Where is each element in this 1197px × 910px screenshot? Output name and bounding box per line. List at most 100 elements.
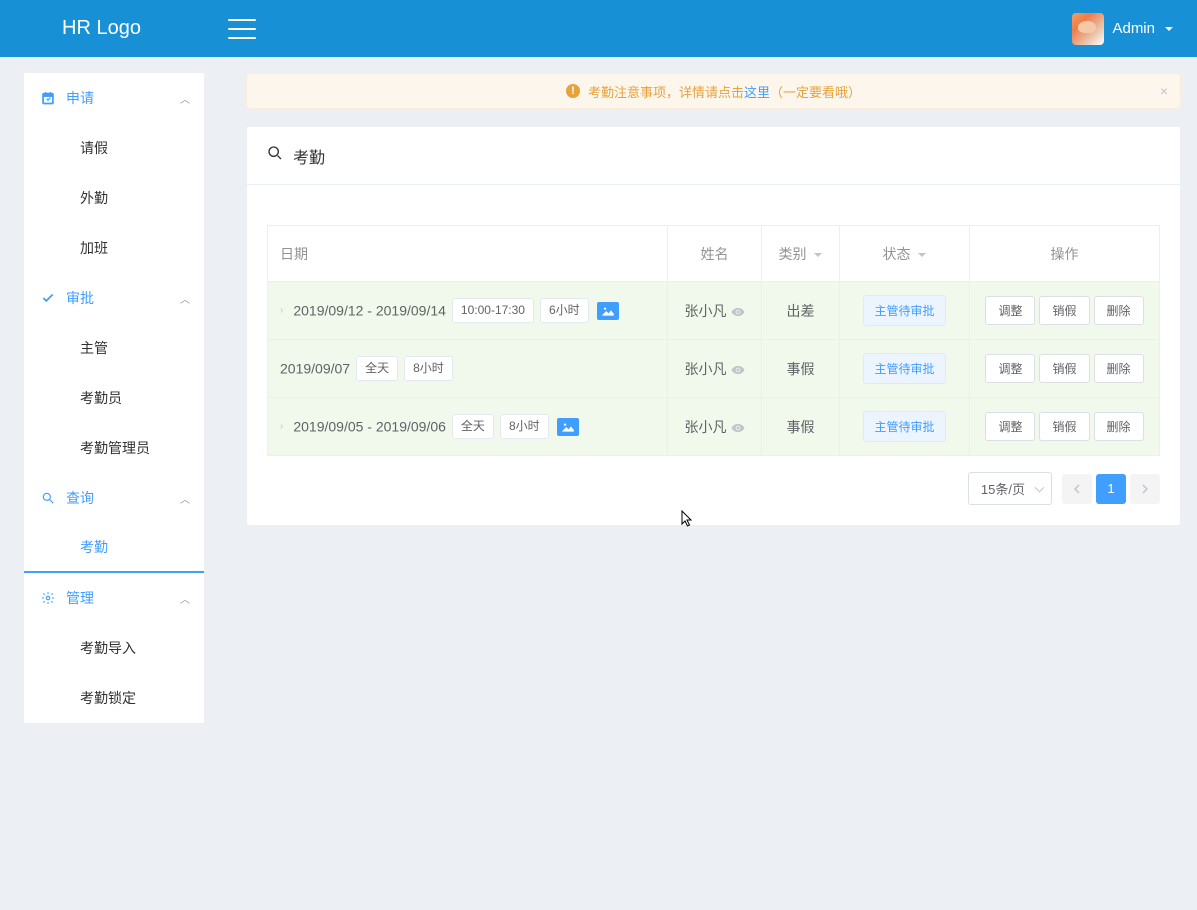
eye-icon[interactable] bbox=[731, 421, 745, 435]
sidebar: × 申请 ︿ 请假 外勤 加班 审批 ︿ 主管 考勤员 考勤管理员 查询 ︿ 考… bbox=[24, 73, 204, 723]
time-tag: 全天 bbox=[356, 356, 398, 381]
notice-alert: ! 考勤注意事项，详情请点击 这里 （一定要看哦） × bbox=[246, 73, 1181, 109]
attendance-table: 日期 姓名 类别 状态 操作 › 2019/09/12 - 2019/09/14 1… bbox=[267, 225, 1160, 456]
cell-action: 调整销假删除 bbox=[970, 340, 1160, 398]
cell-action: 调整销假删除 bbox=[970, 398, 1160, 456]
delete-button[interactable]: 删除 bbox=[1094, 296, 1144, 325]
cell-status: 主管待审批 bbox=[840, 398, 970, 456]
cell-type: 出差 bbox=[762, 282, 840, 340]
cell-date: ›2019/09/12 - 2019/09/1410:00-17:306小时 bbox=[268, 282, 668, 340]
image-icon[interactable] bbox=[597, 302, 619, 320]
sidebar-item-attendance-clerk[interactable]: 考勤员 bbox=[24, 373, 204, 423]
status-badge: 主管待审批 bbox=[863, 353, 945, 384]
delete-button[interactable]: 删除 bbox=[1094, 354, 1144, 383]
sidebar-group-label: 查询 bbox=[66, 488, 94, 508]
caret-down-icon bbox=[1165, 27, 1173, 31]
sidebar-item-overtime[interactable]: 加班 bbox=[24, 223, 204, 273]
sidebar-group-approve[interactable]: 审批 ︿ bbox=[24, 273, 204, 323]
sidebar-item-attendance-admin[interactable]: 考勤管理员 bbox=[24, 423, 204, 473]
panel-title: 考勤 bbox=[293, 144, 325, 168]
admin-name: Admin bbox=[1112, 20, 1155, 37]
main-panel: 考勤 日期 姓名 类别 状态 操作 ›2019/09/ bbox=[246, 126, 1181, 526]
alert-text-suffix: （一定要看哦） bbox=[770, 82, 861, 101]
svg-text:×: × bbox=[46, 98, 49, 104]
cell-status: 主管待审批 bbox=[840, 282, 970, 340]
status-badge: 主管待审批 bbox=[863, 411, 945, 442]
user-menu[interactable]: Admin bbox=[1072, 13, 1173, 45]
chevron-up-icon: ︿ bbox=[180, 91, 190, 106]
page-size-select[interactable]: 15条/页 bbox=[968, 472, 1052, 505]
expand-icon[interactable]: › bbox=[280, 305, 283, 316]
sidebar-item-attendance[interactable]: 考勤 bbox=[24, 523, 204, 573]
sort-icon[interactable] bbox=[918, 253, 926, 257]
sort-icon[interactable] bbox=[814, 253, 822, 257]
chevron-up-icon: ︿ bbox=[180, 591, 190, 606]
time-tag: 全天 bbox=[452, 414, 494, 439]
sidebar-item-leave[interactable]: 请假 bbox=[24, 123, 204, 173]
page-next-button[interactable] bbox=[1130, 474, 1160, 504]
date-text: 2019/09/05 - 2019/09/06 bbox=[293, 419, 446, 435]
sidebar-item-supervisor[interactable]: 主管 bbox=[24, 323, 204, 373]
sidebar-item-lock[interactable]: 考勤锁定 bbox=[24, 673, 204, 723]
sidebar-group-label: 审批 bbox=[66, 288, 94, 308]
delete-button[interactable]: 删除 bbox=[1094, 412, 1144, 441]
cell-date: 2019/09/07 全天8小时 bbox=[268, 340, 668, 398]
chevron-up-icon: ︿ bbox=[180, 291, 190, 306]
menu-toggle-icon[interactable] bbox=[228, 19, 256, 39]
col-date: 日期 bbox=[268, 226, 668, 282]
status-badge: 主管待审批 bbox=[863, 295, 945, 326]
cell-status: 主管待审批 bbox=[840, 340, 970, 398]
expand-icon[interactable]: › bbox=[280, 421, 283, 432]
table-row: 2019/09/07全天8小时张小凡事假主管待审批调整销假删除 bbox=[268, 340, 1160, 398]
eye-icon[interactable] bbox=[731, 305, 745, 319]
time-tag: 10:00-17:30 bbox=[452, 298, 534, 323]
sidebar-group-label: 申请 bbox=[66, 88, 94, 108]
cell-name: 张小凡 bbox=[668, 398, 762, 456]
cell-name: 张小凡 bbox=[668, 340, 762, 398]
calendar-icon: × bbox=[40, 91, 56, 105]
col-type[interactable]: 类别 bbox=[762, 226, 840, 282]
search-icon bbox=[267, 145, 283, 166]
chevron-up-icon: ︿ bbox=[180, 491, 190, 506]
search-icon bbox=[40, 491, 56, 505]
time-tag: 8小时 bbox=[404, 356, 453, 381]
cell-action: 调整销假删除 bbox=[970, 282, 1160, 340]
sidebar-group-label: 管理 bbox=[66, 588, 94, 608]
cancel-leave-button[interactable]: 销假 bbox=[1039, 354, 1089, 383]
cell-name: 张小凡 bbox=[668, 282, 762, 340]
table-row: ›2019/09/12 - 2019/09/1410:00-17:306小时张小… bbox=[268, 282, 1160, 340]
app-header: HR Logo Admin bbox=[0, 0, 1197, 57]
date-text: 2019/09/07 bbox=[280, 361, 350, 377]
eye-icon[interactable] bbox=[731, 363, 745, 377]
sidebar-group-query[interactable]: 查询 ︿ bbox=[24, 473, 204, 523]
cancel-leave-button[interactable]: 销假 bbox=[1039, 412, 1089, 441]
alert-link[interactable]: 这里 bbox=[744, 82, 770, 101]
col-action: 操作 bbox=[970, 226, 1160, 282]
check-icon bbox=[40, 291, 56, 305]
sidebar-group-apply[interactable]: × 申请 ︿ bbox=[24, 73, 204, 123]
adjust-button[interactable]: 调整 bbox=[985, 296, 1035, 325]
cell-type: 事假 bbox=[762, 340, 840, 398]
avatar bbox=[1072, 13, 1104, 45]
sidebar-item-outwork[interactable]: 外勤 bbox=[24, 173, 204, 223]
adjust-button[interactable]: 调整 bbox=[985, 412, 1035, 441]
col-status[interactable]: 状态 bbox=[840, 226, 970, 282]
cancel-leave-button[interactable]: 销假 bbox=[1039, 296, 1089, 325]
sidebar-item-import[interactable]: 考勤导入 bbox=[24, 623, 204, 673]
cell-type: 事假 bbox=[762, 398, 840, 456]
sidebar-group-manage[interactable]: 管理 ︿ bbox=[24, 573, 204, 623]
page-prev-button[interactable] bbox=[1062, 474, 1092, 504]
col-name: 姓名 bbox=[668, 226, 762, 282]
pagination: 15条/页 1 bbox=[267, 472, 1160, 505]
gear-icon bbox=[40, 591, 56, 605]
close-icon[interactable]: × bbox=[1160, 83, 1168, 99]
page-number[interactable]: 1 bbox=[1096, 474, 1126, 504]
panel-header: 考勤 bbox=[247, 127, 1180, 185]
cell-date: ›2019/09/05 - 2019/09/06全天8小时 bbox=[268, 398, 668, 456]
image-icon[interactable] bbox=[557, 418, 579, 436]
date-text: 2019/09/12 - 2019/09/14 bbox=[293, 303, 446, 319]
warning-icon: ! bbox=[566, 84, 580, 98]
adjust-button[interactable]: 调整 bbox=[985, 354, 1035, 383]
table-row: ›2019/09/05 - 2019/09/06全天8小时张小凡事假主管待审批调… bbox=[268, 398, 1160, 456]
app-logo[interactable]: HR Logo bbox=[24, 17, 234, 40]
